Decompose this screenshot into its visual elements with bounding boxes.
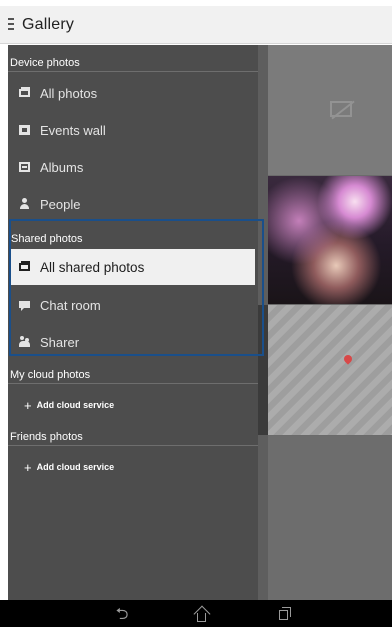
home-icon[interactable] xyxy=(192,604,212,624)
add-cloud-service-label: Add cloud service xyxy=(36,400,115,410)
add-friends-cloud-service-button[interactable]: + Add cloud service xyxy=(8,456,258,478)
chat-room-icon xyxy=(19,299,31,311)
albums-icon xyxy=(19,161,31,173)
nav-item-events-wall[interactable]: Events wall xyxy=(8,112,258,148)
system-navigation-bar: ⮌ xyxy=(0,600,392,627)
add-cloud-service-button[interactable]: + Add cloud service xyxy=(8,394,258,416)
section-header-friends-photos: Friends photos xyxy=(8,429,258,446)
photo-thumbnail-small[interactable] xyxy=(258,305,268,435)
recent-apps-icon[interactable] xyxy=(274,604,294,624)
photo-thumbnail-map[interactable] xyxy=(268,305,392,435)
app-bar: Gallery xyxy=(0,6,392,44)
nav-item-all-photos[interactable]: All photos xyxy=(8,75,258,111)
nav-item-label: Sharer xyxy=(40,334,80,350)
nav-item-label: People xyxy=(40,196,81,212)
nav-item-people[interactable]: People xyxy=(8,186,258,222)
menu-icon[interactable] xyxy=(8,18,14,32)
photo-grid xyxy=(258,45,392,600)
plus-icon: + xyxy=(24,459,32,475)
nav-item-albums[interactable]: Albums xyxy=(8,149,258,185)
navigation-drawer: Device photos All photos Events wall Alb… xyxy=(8,45,264,600)
nav-item-label: Albums xyxy=(40,159,84,175)
nav-item-chat-room[interactable]: Chat room xyxy=(8,287,258,323)
shared-photos-icon xyxy=(19,261,31,273)
events-wall-icon xyxy=(19,124,31,136)
photos-icon xyxy=(19,87,31,99)
people-icon xyxy=(19,198,31,210)
nav-item-sharer[interactable]: Sharer xyxy=(8,324,258,360)
nav-item-all-shared-photos[interactable]: All shared photos xyxy=(11,249,255,285)
nav-item-label: All photos xyxy=(40,85,98,101)
plus-icon: + xyxy=(24,397,32,413)
nav-item-label: Events wall xyxy=(40,122,106,138)
photo-grid-empty-area xyxy=(268,436,392,600)
section-header-shared-photos: Shared photos xyxy=(11,233,83,245)
back-icon[interactable]: ⮌ xyxy=(112,604,132,624)
app-title: Gallery xyxy=(22,16,75,33)
nav-item-label: All shared photos xyxy=(40,259,145,275)
photo-thumbnail-concert[interactable] xyxy=(268,176,392,304)
sharer-icon xyxy=(19,336,31,348)
photo-thumbnail-placeholder[interactable] xyxy=(268,45,392,175)
add-cloud-service-label: Add cloud service xyxy=(36,462,115,472)
map-pin-icon xyxy=(342,353,354,365)
section-header-my-cloud-photos: My cloud photos xyxy=(8,367,258,384)
nav-item-label: Chat room xyxy=(40,297,101,313)
screen: Gallery Device photos All photos Events … xyxy=(0,0,392,627)
section-header-device-photos: Device photos xyxy=(8,55,258,72)
no-image-icon xyxy=(330,101,352,117)
